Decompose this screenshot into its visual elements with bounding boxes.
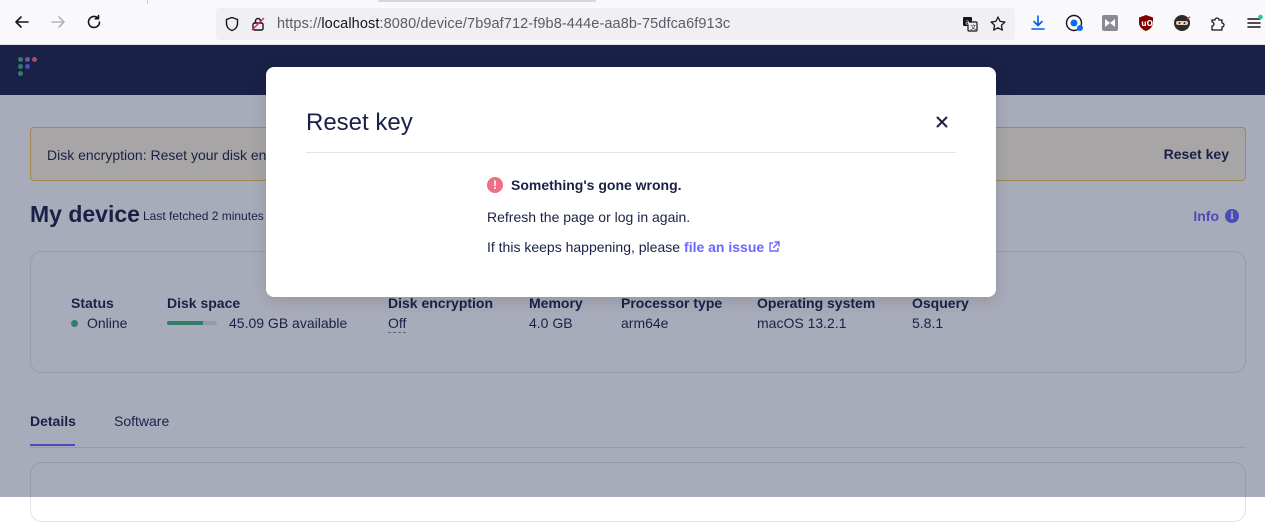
error-heading: ! Something's gone wrong. [487, 177, 682, 193]
svg-text:a: a [965, 18, 969, 26]
address-bar[interactable]: https://localhost:8080/device/7b9af712-f… [216, 8, 1015, 40]
extension-bowtie-icon[interactable] [1100, 13, 1120, 33]
extension-ublock-icon[interactable]: uO [1136, 13, 1156, 33]
modal-divider [306, 152, 956, 153]
error-title: Something's gone wrong. [511, 177, 682, 193]
reload-icon [87, 14, 101, 29]
browser-toolbar: https://localhost:8080/device/7b9af712-f… [0, 0, 1265, 45]
forward-button[interactable] [47, 11, 69, 33]
reload-button[interactable] [83, 11, 105, 33]
svg-text:文: 文 [970, 24, 976, 32]
close-icon [936, 116, 948, 128]
active-tab-edge [378, 0, 596, 2]
translate-icon[interactable]: a文 [961, 15, 979, 33]
extensions-puzzle-icon[interactable] [1208, 13, 1228, 33]
modal-close-button[interactable] [934, 114, 950, 130]
tracking-protection-shield-icon[interactable] [223, 15, 241, 33]
url-text[interactable]: https://localhost:8080/device/7b9af712-f… [277, 16, 730, 32]
svg-text:uO: uO [1141, 19, 1153, 28]
arrow-left-icon [15, 16, 29, 28]
error-body-line1: Refresh the page or log in again. [487, 209, 691, 225]
tab-divider [147, 0, 148, 4]
url-host: localhost [321, 16, 380, 32]
bookmark-star-icon[interactable] [989, 15, 1007, 33]
error-body-line2: If this keeps happening, please file an … [487, 239, 780, 255]
error-body-line2-text: If this keeps happening, please [487, 239, 681, 255]
arrow-right-icon [51, 16, 65, 28]
insecure-lock-icon[interactable] [249, 15, 267, 33]
downloads-icon[interactable] [1028, 13, 1048, 33]
file-an-issue-link[interactable]: file an issue [684, 239, 780, 255]
external-link-icon [769, 241, 780, 252]
modal-title: Reset key [306, 109, 413, 136]
url-prefix: https:// [277, 16, 322, 32]
back-button[interactable] [11, 11, 33, 33]
url-path: :8080/device/7b9af712-f9b8-444e-aa8b-75d… [379, 16, 731, 32]
app-menu-icon[interactable] [1244, 13, 1264, 33]
extension-1password-icon[interactable] [1064, 13, 1084, 33]
extension-ninja-icon[interactable] [1172, 13, 1192, 33]
reset-key-modal: Reset key ! Something's gone wrong. Refr… [266, 67, 996, 297]
file-an-issue-label: file an issue [684, 239, 765, 255]
error-alert-icon: ! [487, 177, 503, 193]
